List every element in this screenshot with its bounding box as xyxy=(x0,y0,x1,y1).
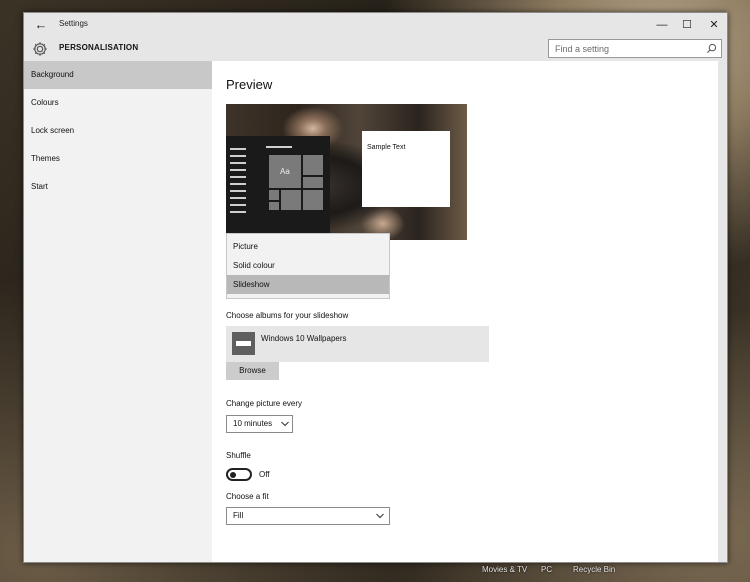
fit-value: Fill xyxy=(233,511,244,520)
main-content: Preview Aa Sample Text Picture Solid col… xyxy=(212,61,719,562)
sidebar-item-start[interactable]: Start xyxy=(24,173,212,201)
preview-menu-line xyxy=(230,211,246,213)
album-name: Windows 10 Wallpapers xyxy=(261,334,347,343)
browse-button[interactable]: Browse xyxy=(226,362,279,380)
preview-menu-line xyxy=(230,204,246,206)
sidebar-item-background[interactable]: Background xyxy=(24,61,212,89)
scrollbar-track[interactable] xyxy=(718,61,727,562)
gear-icon xyxy=(33,42,47,56)
preview-tile-large: Aa xyxy=(268,154,302,189)
preview-tile xyxy=(302,176,324,189)
close-button[interactable]: ✕ xyxy=(699,13,727,37)
preview-menu-line xyxy=(230,190,246,192)
preview-menu-line xyxy=(230,183,246,185)
preview-tile xyxy=(268,201,280,211)
albums-label: Choose albums for your slideshow xyxy=(226,311,349,320)
preview-start-menu: Aa xyxy=(226,136,330,240)
preview-tile xyxy=(268,189,280,201)
sidebar-item-label: Lock screen xyxy=(31,126,75,135)
folder-icon xyxy=(232,332,255,355)
preview-tile xyxy=(302,154,324,176)
search-icon[interactable] xyxy=(706,43,717,54)
sidebar-item-label: Themes xyxy=(31,154,60,163)
dropdown-option-slideshow[interactable]: Slideshow xyxy=(227,275,389,294)
fit-label: Choose a fit xyxy=(226,492,269,501)
preview-menu-line xyxy=(230,176,246,178)
preview-tile-text: Aa xyxy=(280,167,290,176)
shuffle-toggle[interactable] xyxy=(226,468,252,481)
search-input[interactable] xyxy=(549,40,704,57)
settings-window: ← Settings — ☐ ✕ PERSONALISATION Backgro… xyxy=(23,12,728,563)
maximize-button[interactable]: ☐ xyxy=(672,13,702,37)
toggle-knob xyxy=(230,471,236,478)
preview-menu-line xyxy=(230,197,246,199)
sidebar-item-lock-screen[interactable]: Lock screen xyxy=(24,117,212,145)
album-item[interactable]: Windows 10 Wallpapers xyxy=(226,326,489,362)
change-picture-value: 10 minutes xyxy=(233,419,273,428)
preview-tile xyxy=(302,189,324,211)
sidebar-item-label: Start xyxy=(31,182,48,191)
change-picture-select[interactable]: 10 minutes xyxy=(226,415,293,433)
preview-menu-line xyxy=(230,148,246,150)
sidebar-item-colours[interactable]: Colours xyxy=(24,89,212,117)
preview-menu-line xyxy=(230,162,246,164)
window-title: Settings xyxy=(59,19,88,28)
preview-menu-line xyxy=(266,146,292,148)
shuffle-state: Off xyxy=(259,470,270,479)
dropdown-option-solid-colour[interactable]: Solid colour xyxy=(227,256,389,275)
preview-menu-line xyxy=(230,155,246,157)
sidebar-item-label: Colours xyxy=(31,98,59,107)
preview-heading: Preview xyxy=(226,77,273,92)
back-button[interactable]: ← xyxy=(30,15,52,35)
background-preview: Aa Sample Text xyxy=(226,104,467,240)
preview-sample-window: Sample Text xyxy=(362,131,450,207)
shuffle-label: Shuffle xyxy=(226,451,251,460)
preview-tile xyxy=(280,189,302,211)
preview-menu-line xyxy=(230,169,246,171)
desktop-icon-label-movies[interactable]: Movies & TV xyxy=(482,565,527,574)
settings-header: PERSONALISATION xyxy=(24,37,727,61)
section-title: PERSONALISATION xyxy=(59,43,139,52)
sidebar-item-themes[interactable]: Themes xyxy=(24,145,212,173)
chevron-down-icon xyxy=(376,513,384,519)
sidebar-item-label: Background xyxy=(31,70,74,79)
chevron-down-icon xyxy=(281,421,289,427)
title-bar[interactable]: ← Settings — ☐ ✕ xyxy=(24,13,727,37)
dropdown-option-picture[interactable]: Picture xyxy=(227,237,389,256)
sidebar: Background Colours Lock screen Themes St… xyxy=(24,61,212,562)
background-type-dropdown[interactable]: Picture Solid colour Slideshow xyxy=(226,233,390,299)
preview-sample-text: Sample Text xyxy=(367,144,406,151)
search-box[interactable] xyxy=(548,39,722,58)
desktop-icon-labels: Movies & TV PC Recycle Bin xyxy=(0,563,750,582)
desktop-icon-label-pc[interactable]: PC xyxy=(541,565,552,574)
change-picture-label: Change picture every xyxy=(226,399,303,408)
desktop-icon-label-recycle-bin[interactable]: Recycle Bin xyxy=(573,565,615,574)
fit-select[interactable]: Fill xyxy=(226,507,390,525)
